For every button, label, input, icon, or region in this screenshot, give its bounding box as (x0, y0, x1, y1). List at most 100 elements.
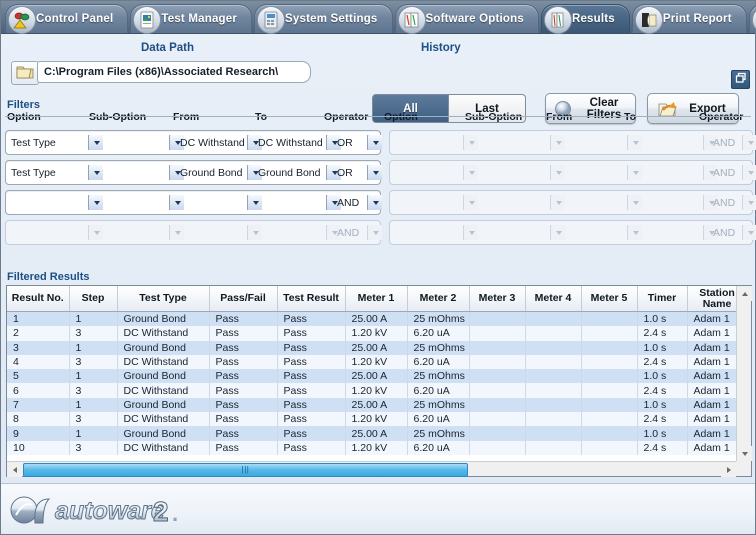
filter-sub-option-value[interactable] (94, 191, 174, 214)
table-row[interactable]: 8 3 DC Withstand Pass Pass 1.20 kV 6.20 uA 2.4 … (7, 412, 736, 427)
filter-operator-dropdown[interactable] (367, 195, 382, 210)
filter-option-value[interactable] (390, 131, 468, 154)
filters-section-label: Filters (7, 99, 41, 111)
filter-to-value[interactable] (253, 221, 331, 244)
history-label: History (421, 42, 461, 54)
table-col-header[interactable]: Meter 4 (525, 286, 582, 312)
filter-to-value[interactable] (633, 161, 708, 184)
print-report-icon (634, 6, 663, 34)
table-cell: 25.00 A (345, 426, 408, 441)
table-col-header[interactable]: Result No. (7, 286, 70, 312)
filter-col-to-1: To (255, 111, 268, 123)
filter-from-value[interactable] (556, 191, 632, 214)
table-row[interactable]: 7 1 Ground Bond Pass Pass 25.00 A 25 mOhms 1.0 … (7, 397, 736, 413)
table-cell: 6.20 uA (407, 383, 470, 398)
table-cell: Pass (277, 311, 346, 327)
table-col-header[interactable]: Meter 2 (407, 286, 470, 312)
table-row[interactable]: 1 1 Ground Bond Pass Pass 25.00 A 25 mOhms 1.0 … (7, 311, 736, 327)
filter-from-value[interactable] (556, 131, 632, 154)
vertical-scrollbar[interactable] (736, 286, 752, 461)
table-col-header[interactable]: Meter 5 (581, 286, 638, 312)
filter-dropdown-cell (742, 225, 756, 240)
table-col-header[interactable]: Timer (637, 286, 688, 312)
scroll-up-button[interactable] (737, 286, 752, 301)
horizontal-scrollbar[interactable]: ||| (7, 461, 736, 477)
filter-option-value[interactable] (390, 221, 468, 244)
filter-sub-option-value[interactable] (470, 191, 555, 214)
filter-option-value[interactable] (6, 221, 93, 244)
table-col-header[interactable]: Test Type (117, 286, 210, 312)
tab-software-options[interactable]: Software Options (394, 4, 539, 34)
table-row[interactable]: 5 1 Ground Bond Pass Pass 25.00 A 25 mOhms 1.0 … (7, 369, 736, 384)
tab-help[interactable]: ? Help (748, 4, 756, 34)
filter-operator-dropdown[interactable] (742, 135, 756, 150)
table-cell: Adam 1 (687, 369, 736, 384)
table-row[interactable]: 3 1 Ground Bond Pass Pass 25.00 A 25 mOhms 1.0 … (7, 340, 736, 355)
browse-folder-button[interactable] (11, 61, 39, 85)
filter-from-value[interactable]: DC Withstand (175, 131, 252, 154)
restore-window-button[interactable] (731, 70, 750, 89)
horizontal-scroll-thumb[interactable]: ||| (23, 463, 468, 477)
scroll-right-button[interactable] (721, 462, 736, 477)
tab-system-settings[interactable]: System Settings (254, 4, 393, 34)
tab-control-panel[interactable]: Control Panel (5, 4, 129, 34)
filter-to-value[interactable]: DC Withstand (253, 131, 331, 154)
filter-to-value[interactable] (633, 191, 708, 214)
filter-operator-dropdown[interactable] (367, 135, 382, 150)
filter-sub-option-value[interactable] (470, 131, 555, 154)
filter-option-value[interactable] (390, 191, 468, 214)
table-col-header[interactable]: Pass/Fail (209, 286, 278, 312)
table-row[interactable]: 10 3 DC Withstand Pass Pass 1.20 kV 6.20 uA 2.4… (7, 440, 736, 455)
filter-dropdown-cell (367, 165, 382, 180)
table-row[interactable]: 4 3 DC Withstand Pass Pass 1.20 kV 6.20 uA 2.4 … (7, 354, 736, 370)
table-cell (581, 440, 638, 455)
filter-operator-dropdown[interactable] (742, 195, 756, 210)
filter-option-value[interactable]: Test Type (6, 161, 93, 184)
tab-test-manager[interactable]: Test Manager (130, 4, 253, 34)
filter-to-value[interactable] (633, 131, 708, 154)
filter-operator-dropdown[interactable] (742, 165, 756, 180)
filter-to-value[interactable] (253, 191, 331, 214)
table-cell (525, 311, 582, 327)
table-row[interactable]: 9 1 Ground Bond Pass Pass 25.00 A 25 mOhms 1.0 … (7, 426, 736, 441)
tab-print-report[interactable]: Print Report (631, 4, 747, 34)
data-path-input[interactable]: C:\Program Files (x86)\Associated Resear… (37, 61, 311, 83)
filter-operator-value[interactable]: OR (332, 131, 372, 154)
filter-operator-dropdown[interactable] (742, 225, 756, 240)
filter-option-value[interactable] (390, 161, 468, 184)
table-row[interactable]: 2 3 DC Withstand Pass Pass 1.20 kV 6.20 uA 2.4 … (7, 326, 736, 341)
filter-from-value[interactable] (556, 221, 632, 244)
table-cell: 2.4 s (637, 326, 688, 341)
filter-operator-value[interactable]: AND (332, 191, 372, 214)
tab-results[interactable]: Results (540, 4, 630, 34)
table-cell (581, 426, 638, 441)
filter-operator-value[interactable]: OR (332, 161, 372, 184)
table-col-header[interactable]: Meter 1 (345, 286, 408, 312)
filter-sub-option-value[interactable] (470, 161, 555, 184)
table-cell: DC Withstand (117, 383, 210, 398)
filter-operator-dropdown[interactable] (367, 165, 382, 180)
table-col-header[interactable]: Station Name (687, 286, 736, 312)
filter-from-value[interactable]: Ground Bond (175, 161, 252, 184)
table-col-header[interactable]: Meter 3 (469, 286, 526, 312)
filter-sub-option-value[interactable] (94, 161, 174, 184)
scroll-left-button[interactable] (7, 462, 22, 477)
scroll-down-button[interactable] (737, 446, 752, 461)
filter-option-value[interactable]: Test Type (6, 131, 93, 154)
filter-operator-dropdown[interactable] (367, 225, 382, 240)
filter-from-value[interactable] (175, 191, 252, 214)
filter-sub-option-value[interactable] (94, 221, 174, 244)
filter-from-value[interactable] (556, 161, 632, 184)
filter-sub-option-value[interactable] (470, 221, 555, 244)
filter-option-value[interactable] (6, 191, 93, 214)
filter-sub-option-value[interactable] (94, 131, 174, 154)
filter-group-right: AND (389, 130, 756, 155)
filter-to-value[interactable]: Ground Bond (253, 161, 331, 184)
filter-from-value[interactable] (175, 221, 252, 244)
table-cell: Ground Bond (117, 340, 210, 355)
filter-operator-value[interactable]: AND (332, 221, 372, 244)
table-col-header[interactable]: Test Result (277, 286, 346, 312)
filter-to-value[interactable] (633, 221, 708, 244)
table-row[interactable]: 6 3 DC Withstand Pass Pass 1.20 kV 6.20 uA 2.4 … (7, 383, 736, 398)
table-col-header[interactable]: Step (69, 286, 118, 312)
